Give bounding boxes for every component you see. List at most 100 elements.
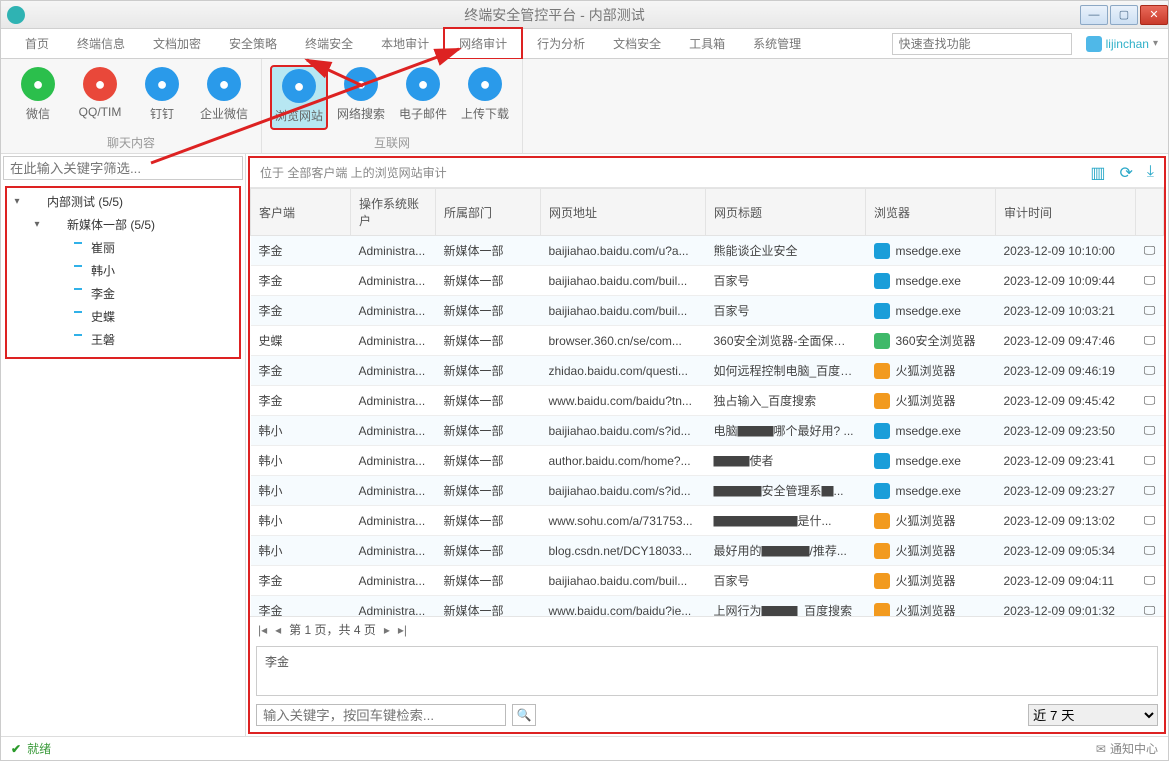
menu-item-2[interactable]: 文档加密 [139,29,215,58]
tree-client[interactable]: 李金 [53,282,237,305]
tree-client[interactable]: 韩小 [53,259,237,282]
menu-item-6[interactable]: 网络审计 [443,27,523,60]
detail-monitor-icon[interactable]: 🖵 [1136,596,1164,617]
pager-prev[interactable]: ◂ [275,623,281,637]
search-button[interactable]: 🔍 [512,704,536,726]
column-header[interactable]: 浏览器 [866,189,996,236]
refresh-icon[interactable]: ⟳ [1120,163,1133,183]
detail-monitor-icon[interactable]: 🖵 [1136,356,1164,386]
chevron-down-icon[interactable]: ▾ [31,219,43,230]
ribbon-item-企业微信[interactable]: ●企业微信 [195,65,253,130]
menu-item-9[interactable]: 工具箱 [675,29,739,58]
column-header[interactable]: 操作系统账户 [351,189,436,236]
ribbon-item-label: 电子邮件 [399,105,447,122]
tree-root[interactable]: ▾ 内部测试 (5/5) [9,190,237,213]
detail-monitor-icon[interactable]: 🖵 [1136,386,1164,416]
menu-item-10[interactable]: 系统管理 [739,29,815,58]
menu-item-1[interactable]: 终端信息 [63,29,139,58]
menu-item-7[interactable]: 行为分析 [523,29,599,58]
close-button[interactable]: ✕ [1140,5,1168,25]
column-header[interactable]: 网页标题 [706,189,866,236]
ribbon-item-电子邮件[interactable]: ●电子邮件 [394,65,452,130]
ribbon-item-label: QQ/TIM [79,105,122,119]
detail-monitor-icon[interactable]: 🖵 [1136,326,1164,356]
ribbon-item-钉钉[interactable]: ●钉钉 [133,65,191,130]
ribbon-item-label: 微信 [26,105,50,122]
column-header[interactable]: 网页地址 [541,189,706,236]
ribbon-item-微信[interactable]: ●微信 [9,65,67,130]
table-row[interactable]: 韩小Administra...新媒体一部baijiahao.baidu.com/… [251,476,1164,506]
ribbon-icon: ● [468,67,502,101]
chevron-down-icon[interactable]: ▾ [11,196,23,207]
table-row[interactable]: 韩小Administra...新媒体一部blog.csdn.net/DCY180… [251,536,1164,566]
table-row[interactable]: 史蝶Administra...新媒体一部browser.360.cn/se/co… [251,326,1164,356]
ribbon-item-网络搜索[interactable]: ●网络搜索 [332,65,390,130]
ribbon-item-上传下载[interactable]: ●上传下载 [456,65,514,130]
detail-monitor-icon[interactable]: 🖵 [1136,536,1164,566]
user-menu[interactable]: lijinchan ▾ [1086,36,1158,52]
tree-client-label: 史蝶 [91,308,115,325]
tree-client[interactable]: 王磐 [53,328,237,351]
quick-search-input[interactable] [892,33,1072,55]
table-row[interactable]: 韩小Administra...新媒体一部baijiahao.baidu.com/… [251,416,1164,446]
browser-icon [874,243,890,259]
export-icon[interactable]: ⤓ [1147,163,1154,183]
pager-last[interactable]: ▸| [398,623,407,637]
tree-client[interactable]: 史蝶 [53,305,237,328]
window-title: 终端安全管控平台 - 内部测试 [31,5,1078,25]
detail-monitor-icon[interactable]: 🖵 [1136,446,1164,476]
detail-monitor-icon[interactable]: 🖵 [1136,506,1164,536]
table-row[interactable]: 韩小Administra...新媒体一部author.baidu.com/hom… [251,446,1164,476]
detail-monitor-icon[interactable]: 🖵 [1136,296,1164,326]
column-header[interactable]: 审计时间 [996,189,1136,236]
detail-monitor-icon[interactable]: 🖵 [1136,566,1164,596]
browser-icon [874,453,890,469]
ribbon-icon: ● [207,67,241,101]
detail-monitor-icon[interactable]: 🖵 [1136,266,1164,296]
tree-client[interactable]: 崔丽 [53,236,237,259]
status-text: 就绪 [27,740,51,757]
column-header[interactable]: 客户端 [251,189,351,236]
menu-item-5[interactable]: 本地审计 [367,29,443,58]
maximize-button[interactable]: ▢ [1110,5,1138,25]
pager-first[interactable]: |◂ [258,623,267,637]
keyword-search-input[interactable] [256,704,506,726]
table-row[interactable]: 李金Administra...新媒体一部baijiahao.baidu.com/… [251,296,1164,326]
column-header[interactable] [1136,189,1164,236]
ribbon-item-浏览网站[interactable]: ●浏览网站 [270,65,328,130]
table-row[interactable]: 李金Administra...新媒体一部baijiahao.baidu.com/… [251,266,1164,296]
ribbon-icon: ● [83,67,117,101]
browser-icon [874,363,890,379]
app-logo-icon [7,6,25,24]
table-row[interactable]: 李金Administra...新媒体一部baijiahao.baidu.com/… [251,236,1164,266]
detail-monitor-icon[interactable]: 🖵 [1136,236,1164,266]
ribbon-item-QQ/TIM[interactable]: ● QQ/TIM [71,65,129,130]
table-row[interactable]: 李金Administra...新媒体一部www.baidu.com/baidu?… [251,386,1164,416]
minimize-button[interactable]: — [1080,5,1108,25]
menu-item-8[interactable]: 文档安全 [599,29,675,58]
menu-item-0[interactable]: 首页 [11,29,63,58]
browser-icon [874,483,890,499]
table-row[interactable]: 李金Administra...新媒体一部www.baidu.com/baidu?… [251,596,1164,617]
mail-icon: ✉ [1096,742,1106,756]
ribbon-group-internet-label: 互联网 [270,130,514,151]
table-row[interactable]: 李金Administra...新媒体一部baijiahao.baidu.com/… [251,566,1164,596]
ribbon-icon: ● [344,67,378,101]
detail-monitor-icon[interactable]: 🖵 [1136,416,1164,446]
column-header[interactable]: 所属部门 [436,189,541,236]
columns-icon[interactable]: ▥ [1090,163,1105,183]
detail-monitor-icon[interactable]: 🖵 [1136,476,1164,506]
tree-client-label: 李金 [91,285,115,302]
menu-item-3[interactable]: 安全策略 [215,29,291,58]
pager-next[interactable]: ▸ [384,623,390,637]
user-name: lijinchan [1106,37,1149,51]
menu-item-4[interactable]: 终端安全 [291,29,367,58]
notification-center[interactable]: ✉ 通知中心 [1096,740,1158,757]
table-row[interactable]: 韩小Administra...新媒体一部www.sohu.com/a/73175… [251,506,1164,536]
tree-group[interactable]: ▾ 新媒体一部 (5/5) [29,213,237,236]
time-range-select[interactable]: 近 7 天 [1028,704,1158,726]
tree-filter-input[interactable] [3,156,243,180]
ribbon-group-chat-label: 聊天内容 [9,130,253,151]
table-row[interactable]: 李金Administra...新媒体一部zhidao.baidu.com/que… [251,356,1164,386]
browser-icon [874,333,890,349]
